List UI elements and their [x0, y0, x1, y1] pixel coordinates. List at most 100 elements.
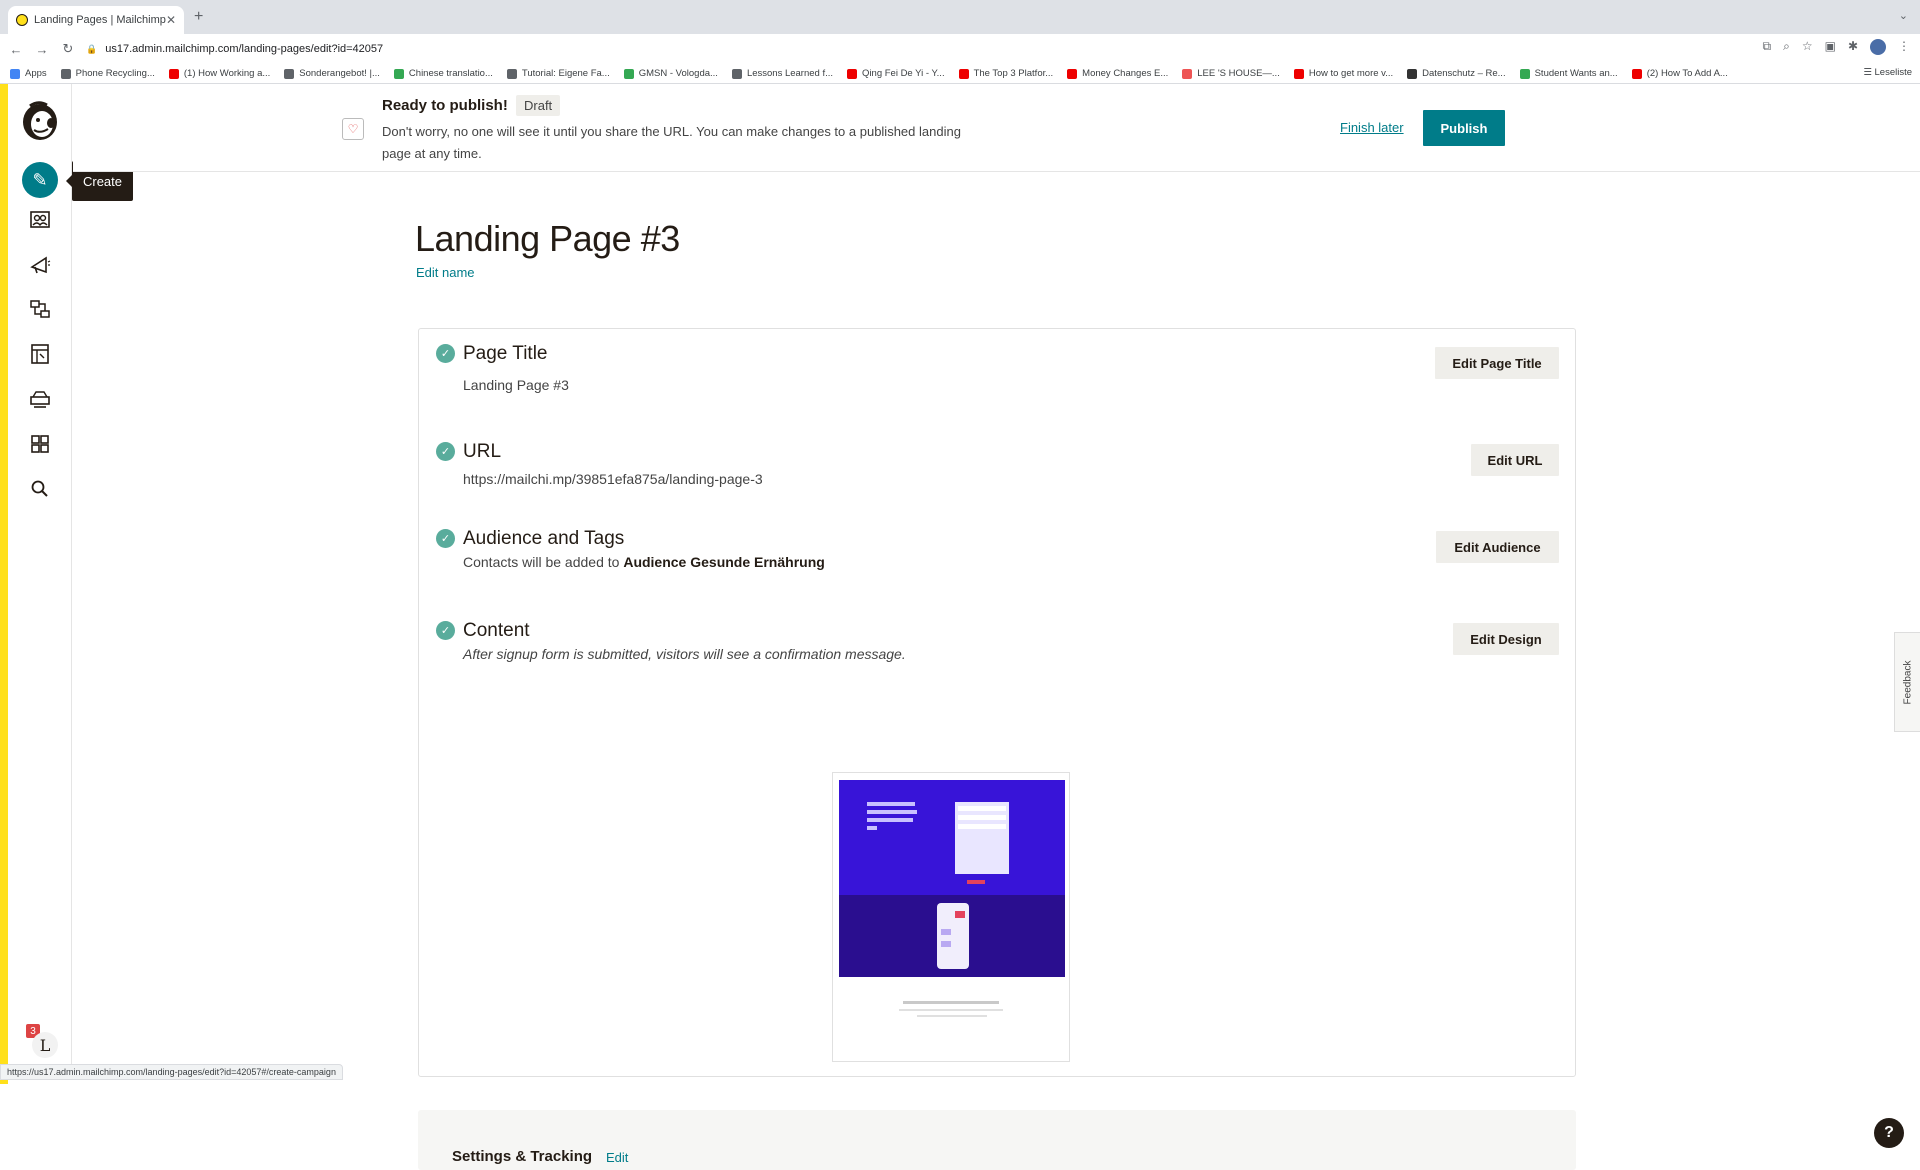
avatar[interactable]: L [32, 1032, 58, 1058]
bookmark-favicon-icon [1067, 68, 1078, 79]
website-icon[interactable] [28, 342, 52, 366]
bookmark-item[interactable]: Sonderangebot! |... [284, 68, 380, 79]
banner-text: Don't worry, no one will see it until yo… [382, 124, 961, 161]
bookmark-favicon-icon [393, 68, 404, 79]
bookmark-item[interactable]: Datenschutz – Re... [1407, 68, 1506, 79]
edit-name-link[interactable]: Edit name [416, 265, 475, 280]
bookmark-item[interactable]: LEE 'S HOUSE—... [1182, 68, 1280, 79]
browser-toolbar: ← → ↻ 🔒 us17.admin.mailchimp.com/landing… [0, 34, 1920, 64]
apps-grid-icon [10, 68, 20, 79]
settings-heading: Settings & Tracking [452, 1148, 593, 1165]
publish-button[interactable]: Publish [1423, 110, 1505, 146]
browser-tab[interactable]: Landing Pages | Mailchimp ✕ [8, 6, 184, 34]
status-badge: Draft [516, 95, 561, 116]
checklist-card: ✓ Page Title Landing Page #3 Edit Page T… [418, 328, 1576, 1077]
bookmark-item[interactable]: GMSN - Vologda... [623, 68, 718, 79]
integrations-icon[interactable] [28, 432, 52, 456]
bookmark-item[interactable]: Qing Fei De Yi - Y... [847, 68, 945, 79]
bookmark-favicon-icon [60, 68, 71, 79]
bookmark-item[interactable]: Lessons Learned f... [731, 68, 833, 79]
translate-icon[interactable]: ⧉ [1763, 39, 1772, 55]
puzzle-icon[interactable]: ✱ [1848, 39, 1858, 55]
bookmark-item[interactable]: Apps [10, 68, 47, 79]
audience-name: Audience Gesunde Ernährung [623, 554, 825, 570]
bookmark-item[interactable]: (1) How Working a... [168, 68, 270, 79]
heart-page-icon: ♡ [342, 118, 364, 140]
content-value: After signup form is submitted, visitors… [463, 646, 906, 662]
forward-icon[interactable]: → [32, 42, 52, 57]
tab-search-icon[interactable]: ⌄ [1899, 9, 1908, 22]
url-text: us17.admin.mailchimp.com/landing-pages/e… [105, 43, 384, 55]
help-button[interactable]: ? [1874, 1118, 1904, 1148]
mailchimp-logo-icon[interactable] [20, 98, 60, 142]
bookmark-favicon-icon [1182, 68, 1193, 79]
reading-list[interactable]: ☰ Leseliste [1855, 67, 1912, 78]
bookmarks-bar: Apps Phone Recycling... (1) How Working a.… [0, 64, 1920, 84]
finish-later-link[interactable]: Finish later [1340, 120, 1404, 135]
back-icon[interactable]: ← [6, 42, 26, 57]
edit-audience-button[interactable]: Edit Audience [1436, 531, 1559, 563]
status-bar-url: https://us17.admin.mailchimp.com/landing… [0, 1064, 343, 1080]
bookmark-favicon-icon [1407, 68, 1418, 79]
check-icon: ✓ [436, 621, 455, 640]
bookmark-favicon-icon [284, 68, 295, 79]
bookmark-favicon-icon [168, 68, 179, 79]
search-icon[interactable] [28, 477, 52, 501]
bookmark-item[interactable]: Tutorial: Eigene Fa... [506, 68, 610, 79]
sidebar: ✎ 3 L [8, 84, 72, 1080]
mailchimp-favicon-icon [16, 14, 28, 26]
audience-icon[interactable] [28, 207, 52, 231]
bookmark-favicon-icon [1519, 68, 1530, 79]
close-tab-icon[interactable]: ✕ [166, 13, 176, 27]
content-heading: Content [463, 620, 530, 641]
bookmark-favicon-icon [506, 68, 517, 79]
new-tab-icon[interactable]: + [194, 8, 203, 26]
campaigns-icon[interactable] [28, 252, 52, 276]
bookmark-favicon-icon [1631, 68, 1642, 79]
bookmark-item[interactable]: The Top 3 Platfor... [958, 68, 1053, 79]
address-bar[interactable]: 🔒 us17.admin.mailchimp.com/landing-pages… [86, 38, 1746, 60]
check-icon: ✓ [436, 344, 455, 363]
page-title: Landing Page #3 [415, 218, 680, 259]
zoom-icon[interactable]: ⌕ [1783, 39, 1790, 55]
banner-title: Ready to publish! [382, 97, 508, 114]
check-icon: ✓ [436, 529, 455, 548]
bookmark-item[interactable]: Money Changes E... [1067, 68, 1168, 79]
bookmark-favicon-icon [731, 68, 742, 79]
menu-dots-icon[interactable]: ⋮ [1898, 39, 1910, 55]
bookmark-item[interactable]: Chinese translatio... [393, 68, 493, 79]
brand-stripe [0, 84, 8, 1084]
content-icon[interactable] [28, 387, 52, 411]
profile-avatar[interactable] [1870, 39, 1886, 55]
bookmark-item[interactable]: (2) How To Add A... [1631, 68, 1728, 79]
bookmark-star-icon[interactable]: ☆ [1802, 39, 1813, 55]
bookmark-item[interactable]: How to get more v... [1293, 68, 1393, 79]
edit-page-title-button[interactable]: Edit Page Title [1435, 347, 1559, 379]
audience-value: Contacts will be added to Audience Gesun… [463, 554, 825, 570]
browser-tab-bar: Landing Pages | Mailchimp ✕ + ⌄ [0, 0, 1920, 34]
tab-title: Landing Pages | Mailchimp [34, 14, 166, 26]
bookmark-favicon-icon [847, 68, 858, 79]
url-heading: URL [463, 441, 502, 462]
bookmark-item[interactable]: Phone Recycling... [60, 68, 155, 79]
edit-url-button[interactable]: Edit URL [1471, 444, 1559, 476]
url-value: https://mailchi.mp/39851efa875a/landing-… [463, 471, 763, 487]
feedback-tab[interactable]: Feedback [1894, 632, 1920, 732]
automations-icon[interactable] [28, 297, 52, 321]
extension-icon[interactable]: ▣ [1825, 39, 1836, 55]
page-title-value: Landing Page #3 [463, 377, 569, 393]
bookmark-favicon-icon [1293, 68, 1304, 79]
bookmark-item[interactable]: Student Wants an... [1519, 68, 1618, 79]
bookmark-favicon-icon [623, 68, 634, 79]
reload-icon[interactable]: ↻ [58, 41, 78, 57]
create-pencil-icon[interactable]: ✎ [22, 162, 58, 198]
landing-page-preview[interactable] [832, 772, 1070, 1062]
settings-edit-link[interactable]: Edit [606, 1150, 628, 1165]
mailchimp-app: ✎ 3 L Create ♡ Ready to publish! Draft D… [0, 84, 1920, 1170]
lock-icon[interactable]: 🔒 [86, 44, 97, 55]
bookmark-favicon-icon [958, 68, 969, 79]
page-title-heading: Page Title [463, 343, 548, 364]
reading-list-icon: ☰ [1863, 67, 1875, 78]
audience-heading: Audience and Tags [463, 528, 625, 549]
edit-design-button[interactable]: Edit Design [1453, 623, 1559, 655]
